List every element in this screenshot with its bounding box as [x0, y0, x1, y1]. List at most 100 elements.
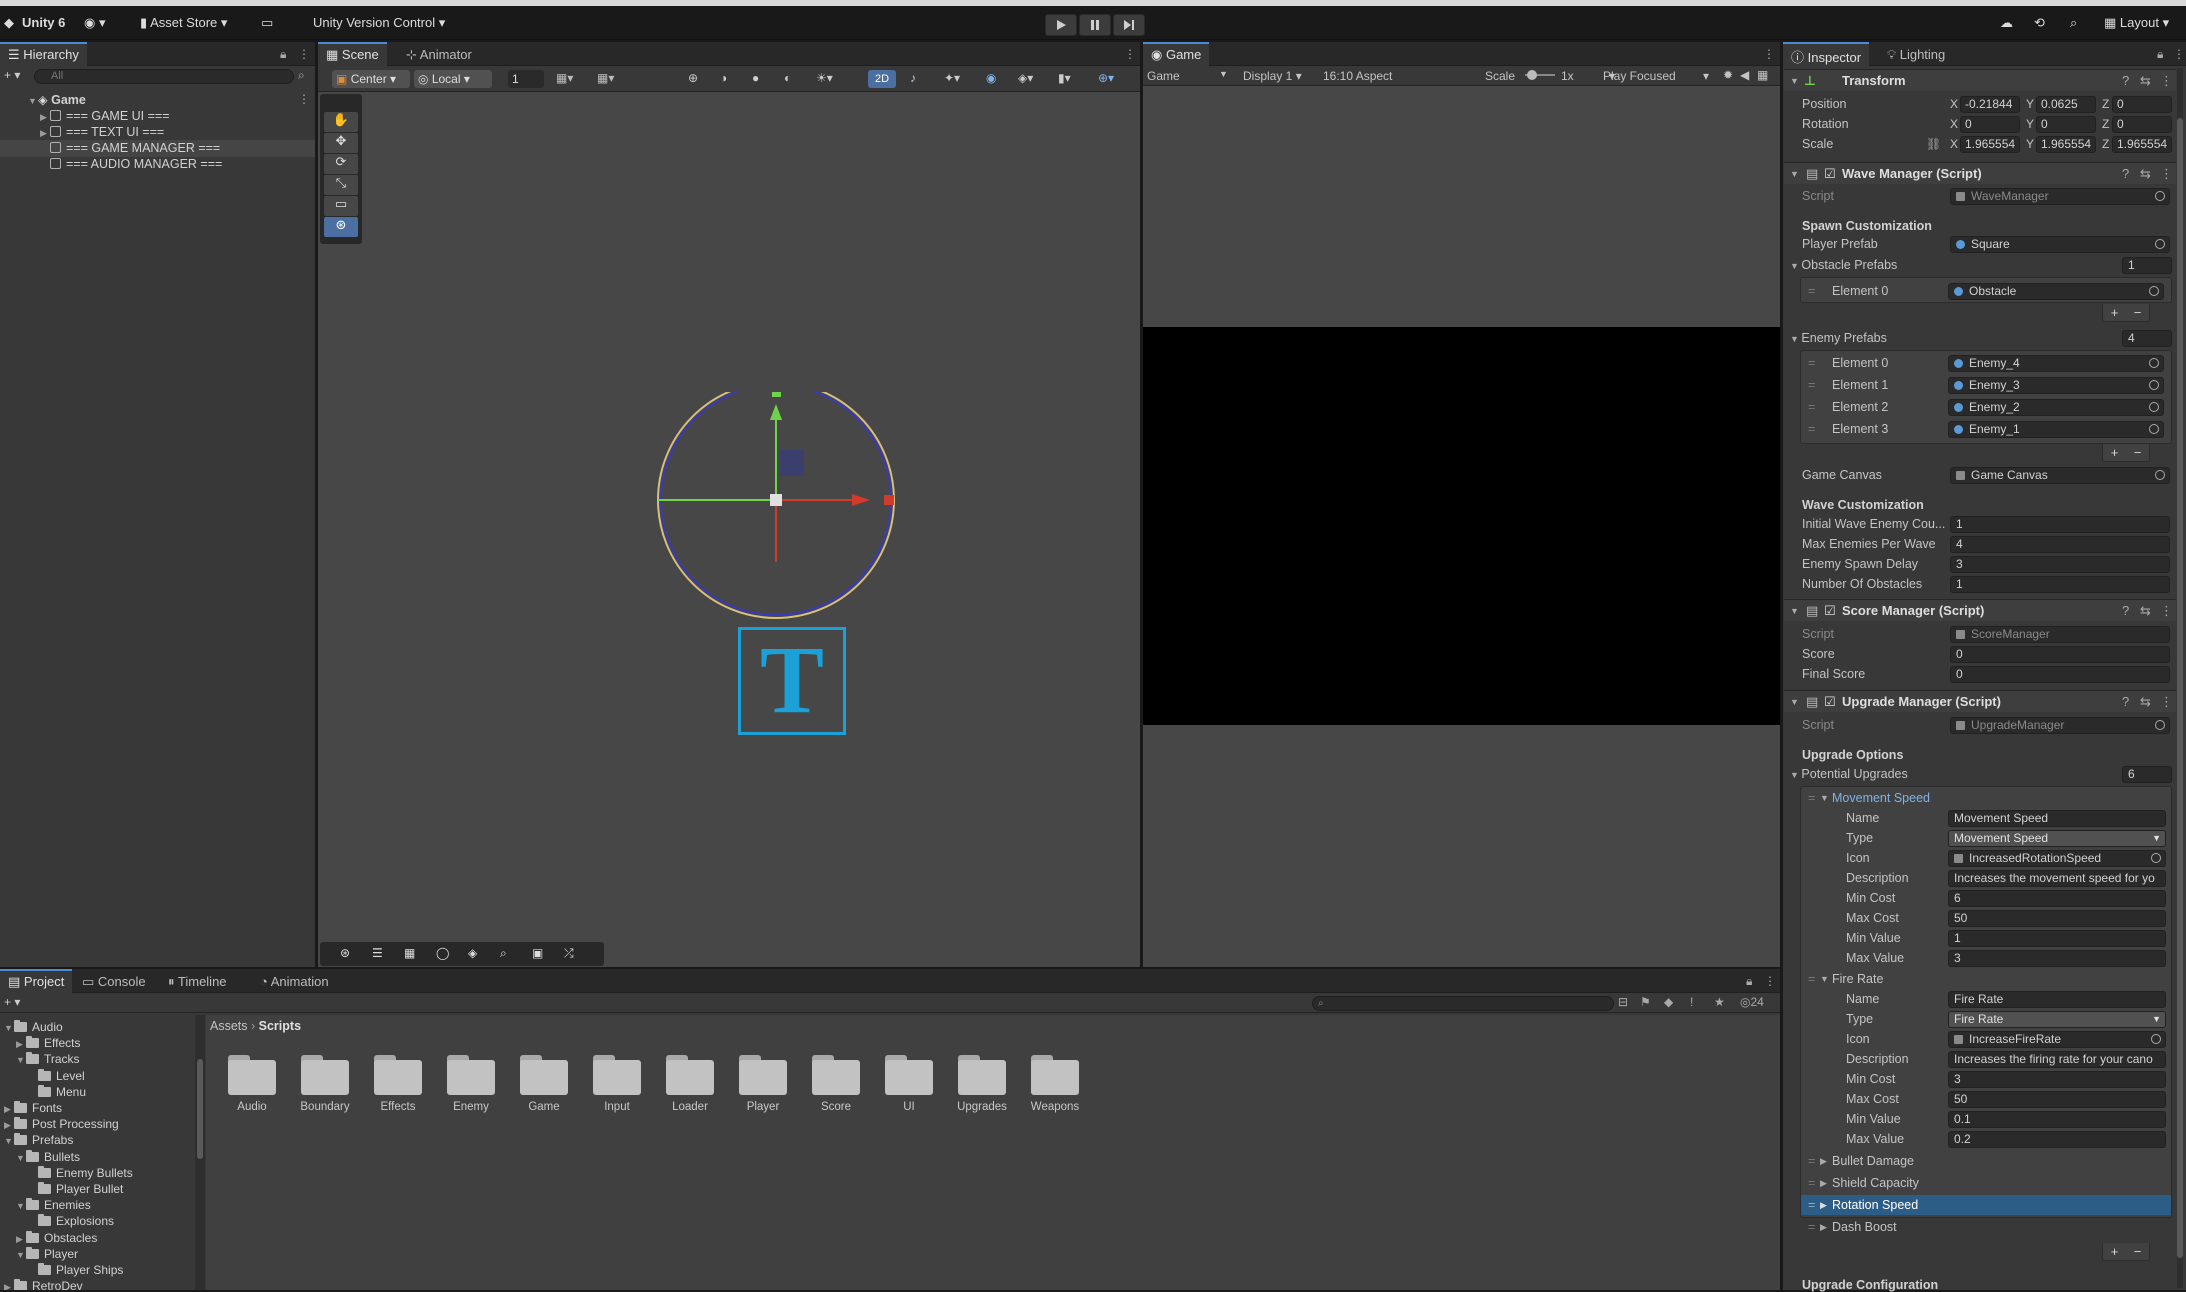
game-render-area[interactable]	[1143, 327, 1780, 725]
scene-more-icon[interactable]: ⋮	[1124, 47, 1136, 61]
drag-handle-icon[interactable]: =	[1808, 1151, 1815, 1171]
project-tree-item[interactable]: Player Bullet	[28, 1181, 123, 1197]
mute-icon[interactable]: ◀	[1740, 68, 1749, 82]
increment-snap-icon[interactable]: ▦▾	[597, 71, 614, 85]
collapse-icon[interactable]: ▼	[4, 1133, 14, 1149]
lighting-icon[interactable]: ☀▾	[816, 71, 833, 85]
shading-icon[interactable]: ◑	[720, 71, 727, 85]
folder-label[interactable]: Effects	[360, 1101, 436, 1113]
score-manager-header[interactable]: ▼ ▤ ☑ Score Manager (Script) ? ⇆ ⋮	[1784, 599, 2176, 621]
play-button[interactable]	[1045, 14, 1077, 36]
tab-scene[interactable]: ▦ Scene	[318, 42, 387, 66]
project-tree-item[interactable]: ▼ Prefabs	[4, 1132, 73, 1148]
drag-handle-icon[interactable]: =	[1808, 353, 1815, 373]
rotation-y-field[interactable]: 0	[2036, 116, 2096, 133]
upgrade-manager-header[interactable]: ▼ ▤ ☑ Upgrade Manager (Script) ? ⇆ ⋮	[1784, 690, 2176, 712]
collapse-icon[interactable]: ▼	[16, 1247, 26, 1263]
player-prefab-field[interactable]: Square	[1950, 236, 2170, 253]
max-enemies-per-wave-field[interactable]: 4	[1950, 536, 2170, 553]
scale-slider[interactable]	[1525, 70, 1555, 80]
object-picker-icon[interactable]	[2155, 720, 2165, 730]
inspector-more-icon[interactable]: ⋮	[2173, 47, 2185, 61]
drag-handle-icon[interactable]: =	[1808, 397, 1815, 417]
search-by-type-icon[interactable]: ⊟	[1618, 995, 1628, 1009]
space-dropdown[interactable]: ◎ Local ▾	[414, 70, 492, 88]
folder-icon[interactable]	[520, 1055, 568, 1095]
expand-icon[interactable]: ▶	[1820, 1195, 1827, 1215]
folder-icon[interactable]	[812, 1055, 860, 1095]
upgrade-element-collapsed[interactable]: = ▶ Dash Boost	[1808, 1217, 2172, 1237]
display-mode-dropdown[interactable]: Game	[1147, 69, 1180, 83]
filter-icon[interactable]: ⌕	[298, 68, 305, 83]
movement-min-cost-field[interactable]: 6	[1948, 890, 2166, 907]
wave-manager-header[interactable]: ▼ ▤ ☑ Wave Manager (Script) ? ⇆ ⋮	[1784, 162, 2176, 184]
warning-icon[interactable]: !	[1690, 995, 1693, 1009]
initial-wave-enemy-count-field[interactable]: 1	[1950, 516, 2170, 533]
rotate-tool-icon[interactable]: ⟳	[324, 154, 358, 174]
folder-icon[interactable]	[666, 1055, 714, 1095]
scale-slider-thumb[interactable]	[1527, 70, 1537, 80]
expand-icon[interactable]: ▶	[4, 1117, 14, 1133]
folder-label[interactable]: Enemy	[433, 1101, 509, 1113]
tree-scrollbar[interactable]	[195, 1015, 205, 1290]
history-icon[interactable]: ⟲	[2034, 15, 2045, 31]
play-mode-dropdown[interactable]: Play Focused ▾	[1603, 69, 1713, 83]
project-tree-item[interactable]: Level	[28, 1068, 85, 1084]
add-element-button[interactable]: +	[2111, 1244, 2119, 1259]
scale-tool-icon[interactable]: ⤡	[324, 175, 358, 195]
drag-handle-icon[interactable]: =	[1808, 788, 1815, 808]
project-tree-item[interactable]: ▼ Player	[16, 1246, 78, 1262]
fire-max-cost-field[interactable]: 50	[1948, 1091, 2166, 1108]
tab-animator[interactable]: ⊹ Animator	[398, 42, 480, 66]
game-more-icon[interactable]: ⋮	[1763, 47, 1775, 61]
collapse-icon[interactable]: ▼	[1820, 788, 1829, 808]
folder-label[interactable]: Audio	[214, 1101, 290, 1113]
expand-icon[interactable]: ▶	[16, 1231, 26, 1247]
tab-project[interactable]: ▤ Project	[0, 969, 73, 993]
upgrade-element-movement[interactable]: = ▼ Movement Speed	[1808, 788, 2172, 808]
scene-gizmo[interactable]	[648, 392, 908, 642]
enemy-spawn-delay-field[interactable]: 3	[1950, 556, 2170, 573]
step-button[interactable]	[1113, 14, 1145, 36]
component-menu-icon[interactable]: ⋮	[2160, 70, 2173, 92]
rotation-z-field[interactable]: 0	[2112, 116, 2172, 133]
hierarchy-item[interactable]: === GAME MANAGER ===	[40, 140, 220, 157]
hierarchy-search-input[interactable]: All	[34, 69, 294, 84]
inspector-scroll-thumb[interactable]	[2177, 118, 2183, 1258]
fire-icon-field[interactable]: IncreaseFireRate	[1948, 1031, 2166, 1048]
favorite-icon[interactable]: ★	[1714, 995, 1725, 1009]
drag-handle-icon[interactable]: =	[1808, 969, 1815, 989]
object-picker-icon[interactable]	[2151, 1034, 2161, 1044]
preset-icon[interactable]: ⇆	[2140, 70, 2151, 92]
breadcrumb-assets[interactable]: Assets	[210, 1019, 248, 1033]
fire-min-value-field[interactable]: 0.1	[1948, 1111, 2166, 1128]
add-icon[interactable]: + ▾	[4, 68, 20, 82]
object-picker-icon[interactable]	[2149, 380, 2159, 390]
obstacle-prefabs-row[interactable]: ▼ Obstacle Prefabs	[1790, 255, 2166, 275]
help-icon[interactable]: ?	[2122, 600, 2129, 622]
project-tree-item[interactable]: Player Ships	[28, 1262, 123, 1278]
more-icon[interactable]: ⋮	[298, 47, 310, 61]
folder-label[interactable]: Loader	[652, 1101, 728, 1113]
gizmos-icon[interactable]: ⊕▾	[1098, 71, 1114, 85]
enemy-count-field[interactable]: 4	[2122, 330, 2172, 347]
position-y-field[interactable]: 0.0625	[2036, 96, 2096, 113]
object-picker-icon[interactable]	[2149, 358, 2159, 368]
drag-handle-icon[interactable]: =	[1808, 1195, 1815, 1215]
tab-timeline[interactable]: ⏸︎ Timeline	[160, 969, 235, 993]
scale-z-field[interactable]: 1.965554	[2112, 136, 2172, 153]
component-menu-icon[interactable]: ⋮	[2160, 691, 2173, 713]
remove-element-button[interactable]: −	[2134, 445, 2142, 460]
gizmo-icon[interactable]: ⊕	[688, 71, 698, 85]
upgrade-element-collapsed[interactable]: = ▶ Bullet Damage	[1808, 1151, 2172, 1171]
number-of-obstacles-field[interactable]: 1	[1950, 576, 2170, 593]
transform-header[interactable]: ▼ ⊥ Transform ? ⇆ ⋮	[1784, 69, 2176, 91]
2d-toggle[interactable]: 2D	[868, 70, 896, 88]
folder-icon[interactable]	[447, 1055, 495, 1095]
folder-label[interactable]: Boundary	[287, 1101, 363, 1113]
object-picker-icon[interactable]	[2149, 402, 2159, 412]
rect-tool-icon[interactable]: ▭	[324, 196, 358, 216]
tab-lighting[interactable]: 💡︎ Lighting	[1879, 42, 1953, 66]
script-field[interactable]: ScoreManager	[1950, 626, 2170, 643]
breadcrumb-scripts[interactable]: Scripts	[259, 1019, 301, 1033]
